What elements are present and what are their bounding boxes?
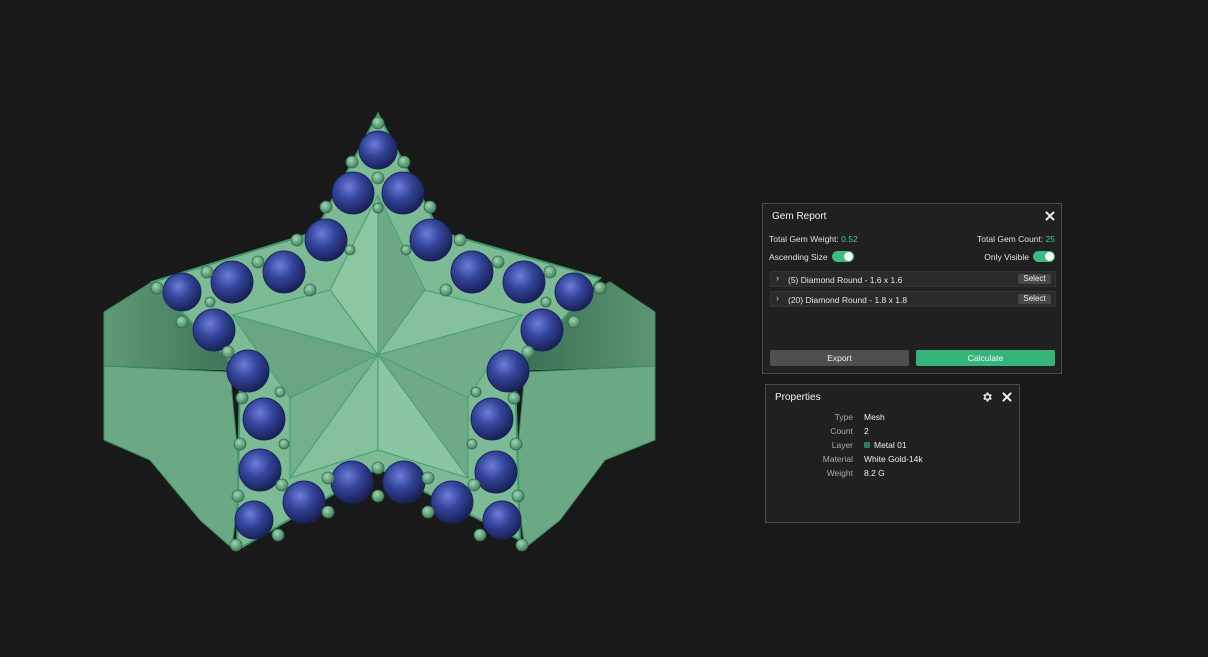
property-key: Weight (826, 468, 853, 478)
total-gem-weight-value: 0.52 (841, 234, 858, 244)
property-value: 2 (864, 426, 869, 436)
total-gem-count-label: Total Gem Count: (977, 234, 1044, 244)
property-value: Mesh (864, 412, 885, 422)
gem-group-row[interactable]: › (5) Diamond Round - 1.6 x 1.6 Select (770, 271, 1056, 287)
property-row: Material White Gold-14k (766, 454, 1021, 466)
select-button[interactable]: Select (1018, 274, 1051, 284)
ascending-size-row: Ascending Size (769, 251, 854, 262)
property-row: Weight 8.2 G (766, 468, 1021, 480)
close-icon[interactable] (1043, 209, 1057, 223)
star-ring-model[interactable] (0, 0, 760, 657)
gem-group-row[interactable]: › (20) Diamond Round - 1.8 x 1.8 Select (770, 291, 1056, 307)
property-value: 8.2 G (864, 468, 885, 478)
only-visible-label: Only Visible (984, 251, 1029, 262)
only-visible-toggle[interactable] (1033, 251, 1055, 262)
property-key: Material (822, 454, 853, 464)
gem-report-header: Gem Report (763, 204, 1061, 228)
gem-group-label: (5) Diamond Round - 1.6 x 1.6 (788, 275, 903, 285)
chevron-right-icon[interactable]: › (776, 273, 779, 283)
ascending-size-toggle[interactable] (831, 251, 854, 262)
gem-group-label: (20) Diamond Round - 1.8 x 1.8 (788, 295, 908, 305)
total-gem-count: Total Gem Count: 25 (977, 234, 1055, 244)
property-value: White Gold-14k (864, 454, 923, 464)
ascending-size-label: Ascending Size (769, 251, 828, 262)
property-key: Layer (831, 440, 853, 450)
toggle-knob (1045, 252, 1054, 261)
property-row: Count 2 (766, 426, 1021, 438)
property-row: Layer Metal 01 (766, 440, 1021, 452)
properties-panel: Properties Type Mesh Count 2 Layer Metal… (765, 384, 1020, 523)
total-gem-weight-label: Total Gem Weight: (769, 234, 839, 244)
gear-icon[interactable] (981, 391, 993, 403)
property-row: Type Mesh (766, 412, 1021, 424)
calculate-button[interactable]: Calculate (916, 350, 1055, 366)
property-key: Count (830, 426, 853, 436)
layer-color-swatch (864, 442, 870, 448)
property-key: Type (834, 412, 853, 422)
close-icon[interactable] (1000, 390, 1014, 404)
chevron-right-icon[interactable]: › (776, 293, 779, 303)
toggle-knob (843, 252, 853, 261)
total-gem-weight: Total Gem Weight: 0.52 (769, 234, 858, 244)
layer-name: Metal 01 (874, 440, 907, 450)
export-button[interactable]: Export (770, 350, 909, 366)
gem-report-panel: Gem Report Total Gem Weight: 0.52 Total … (762, 203, 1062, 374)
gem-report-title: Gem Report (772, 211, 827, 222)
select-button[interactable]: Select (1018, 294, 1051, 304)
total-gem-count-value: 25 (1045, 234, 1055, 244)
properties-title: Properties (775, 392, 821, 403)
properties-header: Properties (766, 385, 1019, 409)
only-visible-row: Only Visible (984, 251, 1055, 262)
property-value-layer: Metal 01 (864, 440, 907, 450)
